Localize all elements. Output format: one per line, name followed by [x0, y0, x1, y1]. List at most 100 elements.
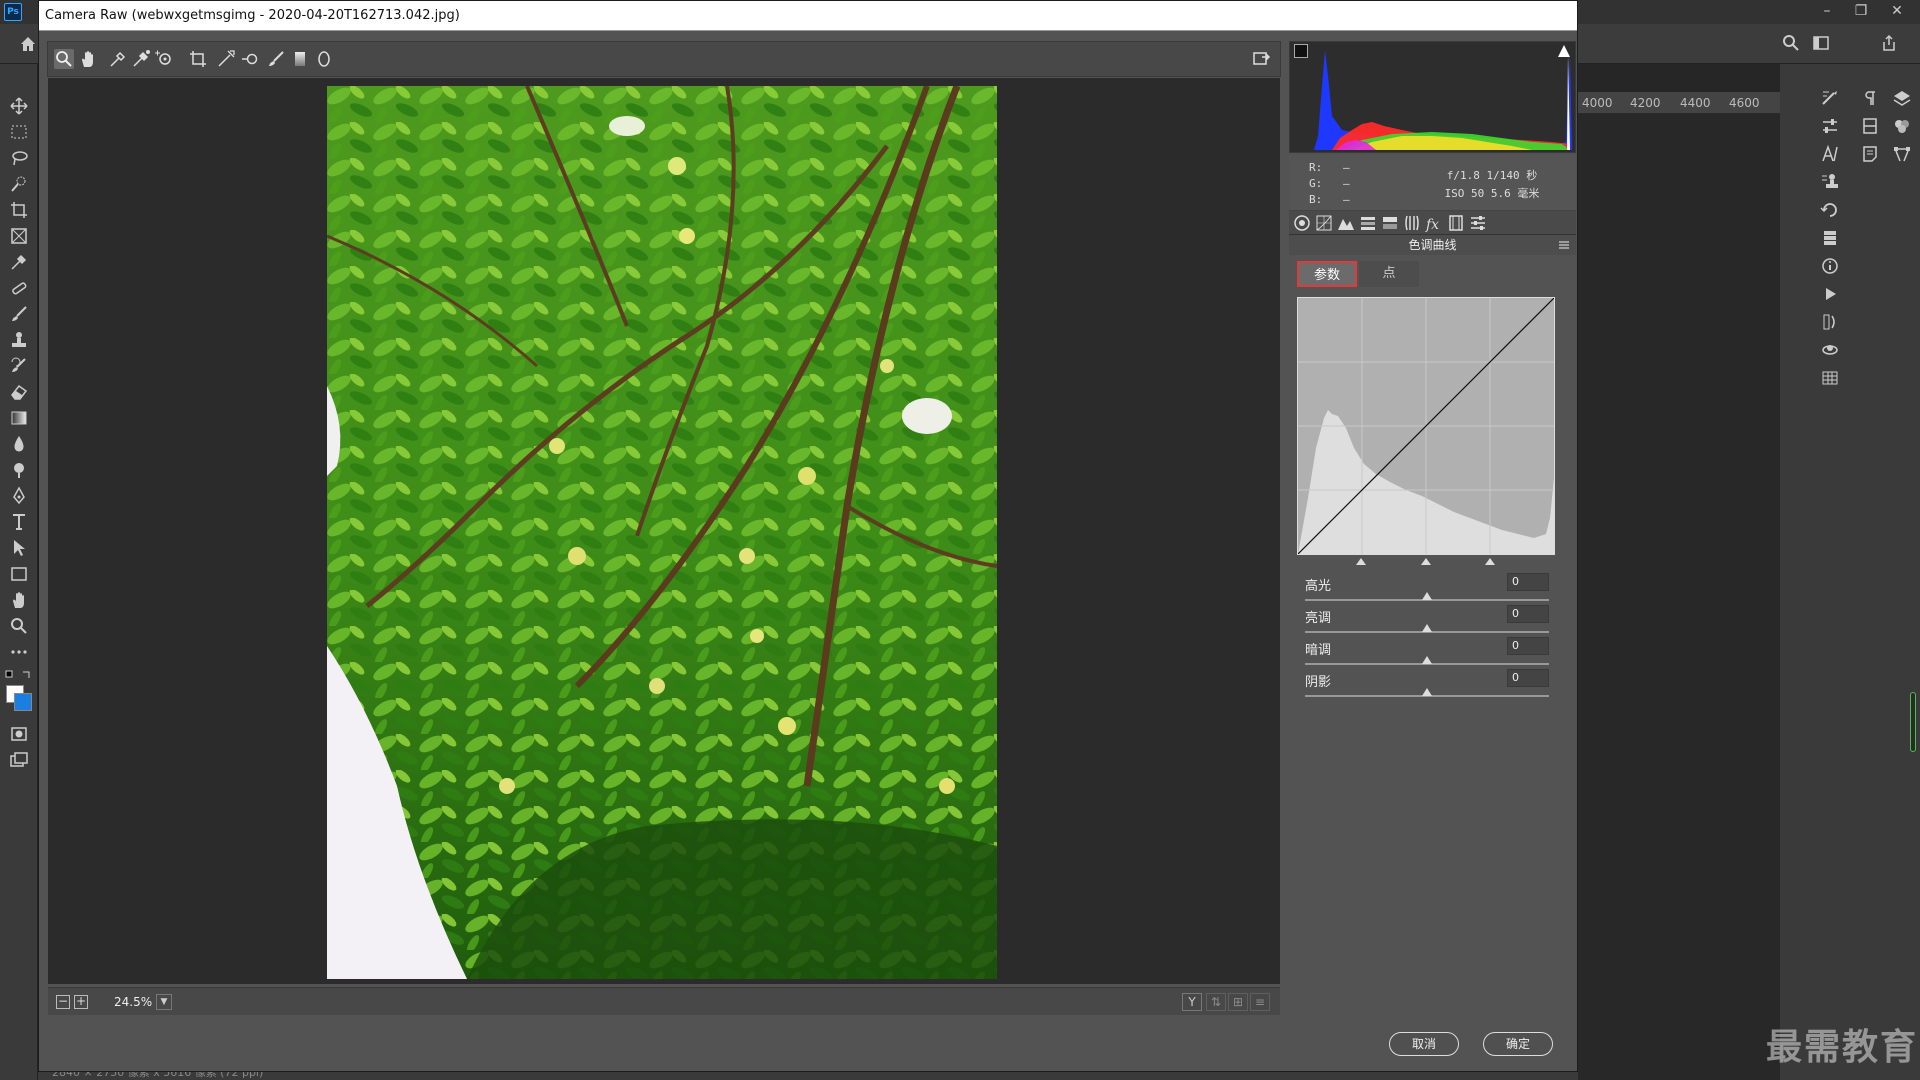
share-icon[interactable] — [1880, 34, 1898, 52]
zoom-tool-icon[interactable] — [9, 616, 29, 636]
background-color-swatch[interactable] — [14, 693, 32, 711]
close-button[interactable]: ✕ — [1880, 0, 1914, 22]
lights-slider[interactable]: 亮调 0 — [1305, 605, 1549, 641]
shadows-slider[interactable]: 阴影 0 — [1305, 669, 1549, 705]
type-tool-icon[interactable] — [9, 512, 29, 532]
graduated-filter-icon[interactable] — [290, 49, 310, 69]
pen-tool-icon[interactable] — [9, 486, 29, 506]
clone-stamp-tool-icon[interactable] — [9, 330, 29, 350]
effects-panel-icon[interactable]: fx — [1425, 214, 1443, 232]
frame-tool-icon[interactable] — [9, 226, 29, 246]
color-sampler-icon[interactable] — [131, 49, 151, 69]
brush-tool-icon[interactable] — [9, 304, 29, 324]
zoom-out-button[interactable]: − — [56, 995, 70, 1009]
camera-calibration-panel-icon[interactable] — [1447, 214, 1465, 232]
straighten-icon[interactable] — [216, 49, 236, 69]
slider-thumb[interactable] — [1422, 592, 1432, 600]
adjustment-brush-icon[interactable] — [266, 49, 286, 69]
tab-point[interactable]: 点 — [1359, 261, 1419, 287]
search-icon[interactable] — [1782, 34, 1800, 52]
properties-paths-icon[interactable] — [1892, 144, 1912, 164]
table-icon[interactable] — [1820, 368, 1840, 388]
detail-panel-icon[interactable] — [1337, 214, 1355, 232]
lasso-tool-icon[interactable] — [9, 148, 29, 168]
slider-thumb[interactable] — [1422, 656, 1432, 664]
tone-curve-graph[interactable] — [1297, 297, 1555, 555]
slider-value-input[interactable]: 0 — [1507, 573, 1549, 591]
copy-settings-icon[interactable]: ⊞ — [1228, 993, 1248, 1011]
slider-value-input[interactable]: 0 — [1507, 605, 1549, 623]
spot-removal-icon[interactable] — [240, 49, 260, 69]
ruler: 4000 4200 4400 4600 — [1578, 92, 1780, 114]
slider-thumb[interactable] — [1422, 688, 1432, 696]
blur-tool-icon[interactable] — [9, 434, 29, 454]
quick-mask-icon[interactable] — [9, 724, 29, 744]
shadow-clipping-icon[interactable] — [1294, 44, 1308, 58]
more-tools-icon[interactable] — [9, 642, 29, 662]
zoom-dropdown-icon[interactable]: ▼ — [156, 994, 172, 1010]
hand-tool-icon[interactable] — [9, 590, 29, 610]
paragraph-icon[interactable] — [1860, 88, 1880, 108]
character-icon[interactable] — [1820, 144, 1840, 164]
color-icon[interactable] — [1892, 116, 1912, 136]
history-icon[interactable] — [1820, 200, 1840, 220]
hsl-panel-icon[interactable] — [1359, 214, 1377, 232]
radial-filter-icon[interactable] — [314, 49, 334, 69]
channels-icon[interactable] — [1820, 228, 1840, 248]
screen-mode-icon[interactable] — [9, 750, 29, 770]
brush-settings-icon[interactable] — [1820, 88, 1840, 108]
info-icon[interactable] — [1820, 256, 1840, 276]
hand-icon[interactable] — [78, 49, 98, 69]
darks-slider[interactable]: 暗调 0 — [1305, 637, 1549, 673]
crop-tool-icon[interactable] — [9, 200, 29, 220]
workspace-icon[interactable] — [1812, 34, 1830, 52]
swap-before-after-icon[interactable]: ⇅ — [1206, 993, 1226, 1011]
restore-button[interactable]: ❐ — [1844, 0, 1878, 22]
basic-panel-icon[interactable] — [1293, 214, 1311, 232]
ok-button[interactable]: 确定 — [1483, 1032, 1553, 1056]
panel-menu-icon[interactable] — [1558, 239, 1570, 251]
home-icon[interactable] — [18, 34, 38, 54]
before-after-button[interactable]: Y — [1182, 993, 1202, 1011]
lens-corrections-panel-icon[interactable] — [1403, 214, 1421, 232]
tab-parametric[interactable]: 参数 — [1297, 261, 1357, 287]
eraser-tool-icon[interactable] — [9, 382, 29, 402]
minimize-button[interactable]: – — [1810, 0, 1844, 22]
zoom-icon[interactable] — [54, 49, 74, 69]
paths-icon[interactable] — [1820, 312, 1840, 332]
cancel-button[interactable]: 取消 — [1389, 1032, 1459, 1056]
healing-brush-tool-icon[interactable] — [9, 278, 29, 298]
scrollbar-thumb[interactable] — [1910, 692, 1916, 752]
crop-icon[interactable] — [188, 49, 208, 69]
layers-icon[interactable] — [1892, 88, 1912, 108]
highlights-slider[interactable]: 高光 0 — [1305, 573, 1549, 609]
fullscreen-icon[interactable] — [1251, 49, 1271, 69]
actions-icon[interactable] — [1820, 284, 1840, 304]
notes-icon[interactable] — [1860, 144, 1880, 164]
slider-value-input[interactable]: 0 — [1507, 669, 1549, 687]
move-tool-icon[interactable] — [9, 96, 29, 116]
eyedropper-tool-icon[interactable] — [9, 252, 29, 272]
toggle-settings-icon[interactable]: ≡ — [1250, 993, 1270, 1011]
targeted-adjustment-icon[interactable] — [154, 49, 174, 69]
split-toning-panel-icon[interactable] — [1381, 214, 1399, 232]
image-preview-area[interactable] — [48, 78, 1280, 984]
gradient-tool-icon[interactable] — [9, 408, 29, 428]
marquee-tool-icon[interactable] — [9, 122, 29, 142]
path-selection-tool-icon[interactable] — [9, 538, 29, 558]
presets-panel-icon[interactable] — [1469, 214, 1487, 232]
white-balance-icon[interactable] — [108, 49, 128, 69]
history-brush-tool-icon[interactable] — [9, 356, 29, 376]
clone-source-icon[interactable] — [1820, 172, 1840, 192]
libraries-icon[interactable] — [1860, 116, 1880, 136]
quick-selection-tool-icon[interactable] — [9, 174, 29, 194]
swap-colors-icon[interactable] — [5, 670, 33, 680]
adjustments-icon[interactable] — [1820, 116, 1840, 136]
slider-thumb[interactable] — [1422, 624, 1432, 632]
zoom-in-button[interactable]: + — [74, 995, 88, 1009]
tone-curve-panel-icon[interactable] — [1315, 214, 1333, 232]
rectangle-tool-icon[interactable] — [9, 564, 29, 584]
dodge-tool-icon[interactable] — [9, 460, 29, 480]
3d-icon[interactable] — [1820, 340, 1840, 360]
slider-value-input[interactable]: 0 — [1507, 637, 1549, 655]
